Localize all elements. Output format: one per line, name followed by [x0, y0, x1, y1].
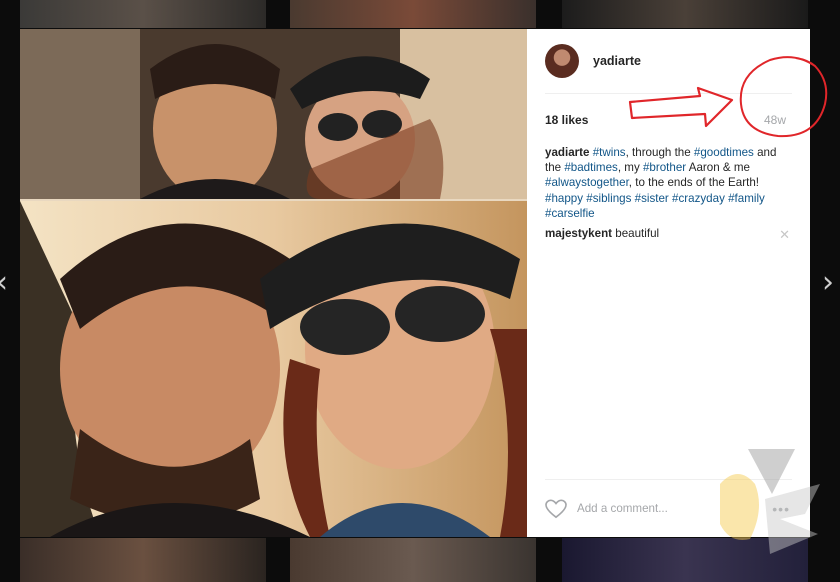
post-caption: yadiarte #twins, through the #goodtimes …: [545, 145, 788, 221]
caption-segment: , through the: [625, 146, 694, 159]
feed-thumbnail[interactable]: [290, 538, 536, 582]
hashtag-link[interactable]: #brother: [643, 161, 686, 174]
hashtag-link[interactable]: #siblings: [586, 192, 631, 205]
post-header: yadiarte: [545, 29, 792, 94]
post-age[interactable]: 48w: [764, 113, 786, 127]
caption-segment: , my: [617, 161, 643, 175]
post-photo[interactable]: [20, 29, 527, 537]
close-icon[interactable]: ✕: [779, 227, 790, 243]
likes-count[interactable]: 18 likes: [545, 113, 588, 127]
post-modal: yadiarte 18 likes 48w yadiarte #twins, t…: [20, 29, 810, 537]
hashtag-link[interactable]: #goodtimes: [694, 146, 754, 159]
chevron-right-icon[interactable]: ›: [822, 268, 834, 298]
hashtag-link[interactable]: #sister: [635, 192, 669, 205]
comment-author-link[interactable]: majestykent: [545, 227, 612, 240]
hashtag-link[interactable]: #badtimes: [564, 161, 618, 174]
username-link[interactable]: yadiarte: [593, 54, 641, 68]
feed-thumbnail[interactable]: [20, 0, 266, 28]
chevron-left-icon[interactable]: ‹: [0, 268, 8, 298]
caption-segment: , to the ends of the Earth!: [628, 176, 759, 190]
watermark-logo: [720, 449, 820, 554]
post-stats: 18 likes 48w: [545, 105, 792, 135]
hashtag-link[interactable]: #carselfie: [545, 207, 595, 220]
comment-item: majestykent beautiful: [545, 227, 788, 240]
avatar[interactable]: [545, 44, 579, 78]
hashtag-link[interactable]: #crazyday: [672, 192, 725, 205]
caption-segment: Aaron & me: [686, 161, 750, 175]
feed-thumbnail[interactable]: [562, 0, 808, 28]
hashtag-link[interactable]: #alwaystogether: [545, 176, 629, 189]
feed-thumbnail[interactable]: [290, 0, 536, 28]
feed-thumbnail[interactable]: [20, 538, 266, 582]
hashtag-link[interactable]: #family: [728, 192, 765, 205]
hashtag-link[interactable]: #happy: [545, 192, 583, 205]
selfie-collage-image: [20, 29, 527, 537]
comment-text: beautiful: [615, 227, 660, 240]
hashtag-link[interactable]: #twins: [593, 146, 626, 159]
caption-author-link[interactable]: yadiarte: [545, 146, 589, 159]
heart-icon[interactable]: [545, 499, 567, 519]
